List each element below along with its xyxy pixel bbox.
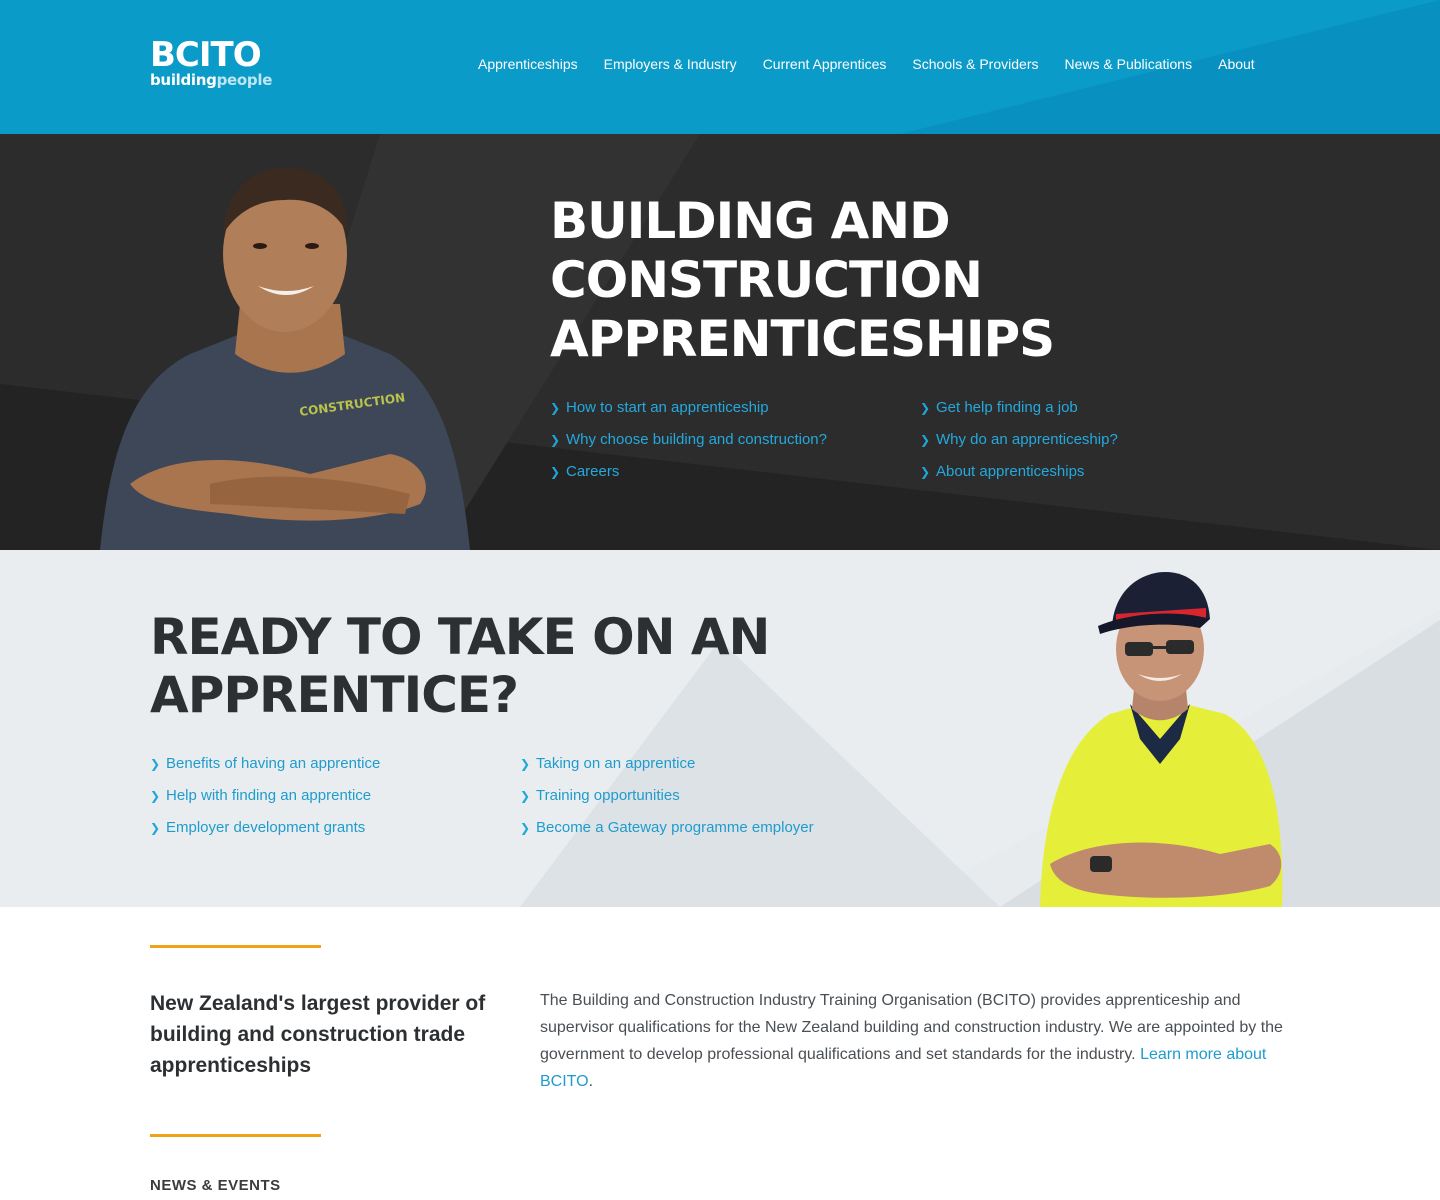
intro-body-suffix: . bbox=[588, 1073, 594, 1090]
employer-photo bbox=[1040, 572, 1283, 907]
chevron-right-icon: ❯ bbox=[550, 465, 561, 479]
link-label: Training opportunities bbox=[536, 787, 680, 804]
chevron-right-icon: ❯ bbox=[520, 821, 531, 835]
chevron-right-icon: ❯ bbox=[150, 821, 161, 835]
nav-current-apprentices[interactable]: Current Apprentices bbox=[763, 56, 887, 72]
intro-heading: New Zealand's largest provider of buildi… bbox=[150, 992, 486, 1077]
link-why-do-apprenticeship[interactable]: ❯ Why do an apprenticeship? bbox=[920, 430, 1290, 450]
link-get-help-finding-job[interactable]: ❯ Get help finding a job bbox=[920, 398, 1290, 418]
hero-apprenticeships: CONSTRUCTION BUILDING AND CONSTRUCTION A… bbox=[0, 134, 1440, 550]
chevron-right-icon: ❯ bbox=[520, 789, 531, 803]
link-label: About apprenticeships bbox=[936, 463, 1085, 480]
chevron-right-icon: ❯ bbox=[150, 789, 161, 803]
link-how-to-start-apprenticeship[interactable]: ❯ How to start an apprenticeship bbox=[550, 398, 920, 418]
link-label: Employer development grants bbox=[166, 819, 366, 836]
link-label: Benefits of having an apprentice bbox=[166, 755, 381, 772]
nav-schools-providers[interactable]: Schools & Providers bbox=[912, 56, 1038, 72]
link-label: How to start an apprenticeship bbox=[566, 399, 769, 416]
employer-title-line: READY TO TAKE ON AN bbox=[150, 608, 770, 666]
employer-title: READY TO TAKE ON AN APPRENTICE? bbox=[150, 608, 770, 724]
logo-tagline-building: building bbox=[150, 71, 217, 89]
link-taking-on-apprentice[interactable]: ❯ Taking on an apprentice bbox=[520, 754, 890, 774]
link-label: Careers bbox=[566, 463, 620, 480]
chevron-right-icon: ❯ bbox=[920, 465, 931, 479]
nav-about[interactable]: About bbox=[1218, 56, 1255, 72]
link-label: Why choose building and construction? bbox=[566, 431, 827, 448]
nav-news-publications[interactable]: News & Publications bbox=[1064, 56, 1192, 72]
link-label: Become a Gateway programme employer bbox=[536, 819, 814, 836]
hero-title-line: BUILDING AND bbox=[550, 192, 951, 250]
logo-tagline: buildingpeople bbox=[150, 72, 272, 88]
nav-apprenticeships[interactable]: Apprenticeships bbox=[478, 56, 578, 72]
link-label: Taking on an apprentice bbox=[536, 755, 696, 772]
chevron-right-icon: ❯ bbox=[920, 433, 931, 447]
chevron-right-icon: ❯ bbox=[550, 401, 561, 415]
main-nav: Apprenticeships Employers & Industry Cur… bbox=[466, 56, 1269, 72]
intro-accent-rule bbox=[150, 945, 321, 948]
link-employer-development-grants[interactable]: ❯ Employer development grants bbox=[150, 818, 520, 838]
employer-section: READY TO TAKE ON AN APPRENTICE? ❯ Benefit… bbox=[0, 550, 1440, 907]
link-about-apprenticeships[interactable]: ❯ About apprenticeships bbox=[920, 462, 1290, 482]
nav-employers-industry[interactable]: Employers & Industry bbox=[604, 56, 737, 72]
link-help-finding-apprentice[interactable]: ❯ Help with finding an apprentice bbox=[150, 786, 520, 806]
link-why-choose-building[interactable]: ❯ Why choose building and construction? bbox=[550, 430, 920, 450]
link-benefits-of-apprentice[interactable]: ❯ Benefits of having an apprentice bbox=[150, 754, 520, 774]
chevron-right-icon: ❯ bbox=[150, 757, 161, 771]
link-careers[interactable]: ❯ Careers bbox=[550, 462, 920, 482]
news-events-heading: NEWS & EVENTS bbox=[150, 1177, 281, 1194]
link-training-opportunities[interactable]: ❯ Training opportunities bbox=[520, 786, 890, 806]
hero-links: ❯ How to start an apprenticeship ❯ Get hel… bbox=[550, 398, 1290, 482]
chevron-right-icon: ❯ bbox=[920, 401, 931, 415]
link-gateway-programme-employer[interactable]: ❯ Become a Gateway programme employer bbox=[520, 818, 890, 838]
site-header: BCITO buildingpeople Apprenticeships Emp… bbox=[0, 0, 1440, 134]
news-accent-rule bbox=[150, 1134, 321, 1137]
employer-title-line: APPRENTICE? bbox=[150, 666, 519, 724]
link-label: Get help finding a job bbox=[936, 399, 1078, 416]
intro-body: The Building and Construction Industry T… bbox=[540, 987, 1300, 1095]
hero-title-line: APPRENTICESHIPS bbox=[550, 310, 1055, 368]
chevron-right-icon: ❯ bbox=[520, 757, 531, 771]
chevron-right-icon: ❯ bbox=[550, 433, 561, 447]
logo-tagline-people: people bbox=[216, 71, 273, 89]
logo-wordmark: BCITO bbox=[150, 35, 262, 75]
hero-title: BUILDING AND CONSTRUCTION APPRENTICESHIP… bbox=[550, 192, 1055, 369]
bcito-logo[interactable]: BCITO buildingpeople bbox=[150, 38, 272, 88]
employer-links: ❯ Benefits of having an apprentice ❯ Takin… bbox=[150, 754, 890, 838]
apprentice-photo: CONSTRUCTION bbox=[100, 167, 470, 550]
link-label: Why do an apprenticeship? bbox=[936, 431, 1118, 448]
hero-title-line: CONSTRUCTION bbox=[550, 251, 983, 309]
link-label: Help with finding an apprentice bbox=[166, 787, 372, 804]
